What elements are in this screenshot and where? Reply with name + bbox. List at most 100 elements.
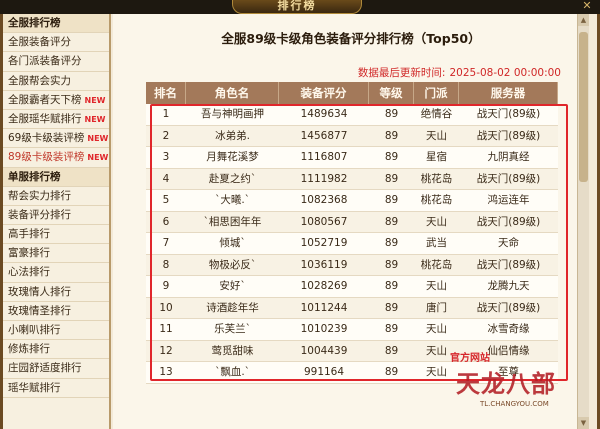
chevron-down-icon[interactable]: ▼ bbox=[578, 417, 589, 429]
sidebar-item[interactable]: 心法排行 bbox=[3, 263, 109, 283]
table-cell: `飘血.` bbox=[215, 366, 250, 378]
table-row[interactable]: 9 安好` 1028269 89 天山 龙腾九天 bbox=[146, 276, 558, 298]
sidebar-item[interactable]: 全服瑶华赋排行 NEW bbox=[3, 110, 109, 130]
table-cell: 10 bbox=[159, 301, 173, 314]
table-cell: 89 bbox=[384, 323, 399, 335]
table-cell: 天山 bbox=[426, 344, 447, 357]
table-cell: 绝情谷 bbox=[420, 108, 453, 120]
table-row[interactable]: 6 `相思困年年 1080567 89 天山 战天门(89级) bbox=[146, 211, 558, 233]
table-cell: 战天门(89级) bbox=[476, 258, 541, 271]
sidebar-item-label: 瑶华赋排行 bbox=[8, 381, 61, 394]
table-row[interactable]: 13 `飘血.` 991164 89 天山 至尊 bbox=[146, 362, 558, 384]
sidebar-item-label: 89级卡级装评榜 bbox=[8, 151, 85, 164]
table-cell: 仙侣情缘 bbox=[487, 344, 530, 357]
scroll-thumb[interactable] bbox=[579, 32, 588, 182]
table-cell: 赴夏之约` bbox=[208, 172, 257, 185]
table-cell: 桃花岛 bbox=[420, 172, 453, 185]
sidebar-item[interactable]: 装备评分排行 bbox=[3, 206, 109, 226]
table-cell: 唐门 bbox=[426, 301, 447, 314]
table-cell: 安好` bbox=[219, 280, 246, 292]
sidebar-item[interactable]: 全服装备评分 bbox=[3, 33, 109, 53]
title-bar: 排行榜 ✕ bbox=[0, 0, 600, 14]
sidebar-item-label: 各门派装备评分 bbox=[8, 55, 82, 68]
table-cell: 89 bbox=[384, 194, 399, 206]
table-cell: 89 bbox=[384, 301, 399, 314]
sidebar-item[interactable]: 庄园舒适度排行 bbox=[3, 359, 109, 379]
ranking-table: 排名 角色名 装备评分 等级 门派 服务器 1 吾与神明画押 1489634 89 绝情谷 战天门(… bbox=[146, 82, 558, 427]
sidebar-section-header[interactable]: 单服排行榜 bbox=[3, 167, 109, 187]
table-header: 排名 角色名 装备评分 等级 门派 服务器 bbox=[146, 82, 558, 104]
table-cell: 89 bbox=[384, 172, 399, 185]
sidebar-item[interactable]: 富豪排行 bbox=[3, 244, 109, 264]
table-cell: 6 bbox=[162, 215, 170, 228]
table-cell: 战天门(89级) bbox=[476, 301, 541, 314]
sidebar-item[interactable]: 小喇叭排行 bbox=[3, 321, 109, 341]
table-cell: 1011244 bbox=[300, 301, 348, 314]
sidebar-item[interactable]: 修炼排行 bbox=[3, 340, 109, 360]
sidebar-item[interactable]: 全服霸者天下榜 NEW bbox=[3, 91, 109, 110]
sidebar-item-label: 装备评分排行 bbox=[8, 208, 71, 221]
table-cell: 1036119 bbox=[300, 258, 348, 271]
table-cell: 1004439 bbox=[300, 344, 348, 357]
table-cell: 89 bbox=[384, 215, 399, 228]
sidebar-item[interactable]: 玫瑰情圣排行 bbox=[3, 302, 109, 321]
table-cell: 5 bbox=[162, 194, 170, 206]
sidebar-item-label: 小喇叭排行 bbox=[8, 324, 61, 336]
sidebar-item-label: 富豪排行 bbox=[8, 247, 50, 260]
table-cell: 战天门(89级) bbox=[476, 172, 541, 185]
table-cell: 13 bbox=[159, 366, 173, 378]
sidebar-item-label: 单服排行榜 bbox=[8, 170, 61, 183]
table-cell: 天山 bbox=[426, 280, 447, 292]
sidebar-item[interactable]: 89级卡级装评榜 NEW bbox=[3, 148, 109, 168]
sidebar-item[interactable]: 瑶华赋排行 bbox=[3, 379, 109, 398]
ranking-panel: 全服89级卡级角色装备评分排行榜（Top50） 数据最后更新时间: 2025-08… bbox=[113, 14, 589, 429]
new-badge: NEW bbox=[87, 153, 109, 163]
sidebar-item[interactable]: 全服帮会实力 bbox=[3, 72, 109, 91]
table-cell: 89 bbox=[384, 280, 399, 292]
table-cell: 1028269 bbox=[300, 280, 348, 292]
table-cell: 1082368 bbox=[300, 194, 348, 206]
sidebar-item-label: 全服装备评分 bbox=[8, 36, 71, 49]
table-cell: 龙腾九天 bbox=[487, 280, 530, 292]
table-cell: 天山 bbox=[426, 129, 447, 142]
table-cell: 战天门(89级) bbox=[476, 108, 541, 120]
sidebar-item[interactable]: 高手排行 bbox=[3, 225, 109, 245]
table-cell: 诗酒趁年华 bbox=[206, 301, 259, 314]
table-cell: 物极必反` bbox=[208, 258, 257, 271]
table-row[interactable]: 3 月舞花溪梦 1116807 89 星宿 九阴真经 bbox=[146, 147, 558, 169]
table-row[interactable]: 7 倾城` 1052719 89 武当 天命 bbox=[146, 233, 558, 255]
sidebar-item[interactable]: 各门派装备评分 bbox=[3, 52, 109, 72]
table-cell: 战天门(89级) bbox=[476, 215, 541, 228]
table-row[interactable]: 11 乐芙兰` 1010239 89 天山 冰雪奇缘 bbox=[146, 319, 558, 341]
table-row[interactable]: 1 吾与神明画押 1489634 89 绝情谷 战天门(89级) bbox=[146, 104, 558, 126]
table-cell: 吾与神明画押 bbox=[201, 108, 264, 120]
table-cell: 1010239 bbox=[300, 323, 348, 335]
page-title: 全服89级卡级角色装备评分排行榜（Top50） bbox=[221, 31, 481, 46]
sidebar-item[interactable]: 玫瑰情人排行 bbox=[3, 283, 109, 302]
new-badge: NEW bbox=[84, 95, 106, 105]
chevron-up-icon[interactable]: ▲ bbox=[578, 14, 589, 26]
sidebar-item[interactable]: 帮会实力排行 bbox=[3, 187, 109, 206]
table-cell: 12 bbox=[159, 344, 173, 357]
column-header: 门派 bbox=[414, 82, 459, 104]
table-row[interactable]: 4 赴夏之约` 1111982 89 桃花岛 战天门(89级) bbox=[146, 168, 558, 190]
table-cell: 冰弟弟. bbox=[215, 129, 250, 142]
table-cell: 89 bbox=[384, 366, 399, 378]
sidebar-section-header[interactable]: 全服排行榜 bbox=[3, 14, 109, 34]
sidebar-item-label: 玫瑰情人排行 bbox=[8, 285, 71, 298]
table-row[interactable]: 8 物极必反` 1036119 89 桃花岛 战天门(89级) bbox=[146, 254, 558, 276]
scrollbar[interactable]: ▲ ▼ bbox=[577, 14, 589, 429]
close-icon[interactable]: ✕ bbox=[580, 0, 594, 12]
table-cell: 天山 bbox=[426, 215, 447, 228]
new-badge: NEW bbox=[84, 114, 106, 124]
column-header: 角色名 bbox=[186, 82, 279, 104]
table-row[interactable]: 12 莺觅甜味 1004439 89 天山 仙侣情缘 bbox=[146, 340, 558, 362]
sidebar: 全服排行榜全服装备评分 各门派装备评分全服帮会实力 全服霸者天下榜 NEW 全服瑶华赋排… bbox=[3, 14, 111, 429]
table-row[interactable]: 10 诗酒趁年华 1011244 89 唐门 战天门(89级) bbox=[146, 297, 558, 319]
table-row[interactable]: 2 冰弟弟. 1456877 89 天山 战天门(89级) bbox=[146, 125, 558, 147]
sidebar-item[interactable]: 69级卡级装评榜 NEW bbox=[3, 129, 109, 149]
column-header: 服务器 bbox=[459, 82, 558, 104]
table-row[interactable]: 5 `大曦.` 1082368 89 桃花岛 鸿运连年 bbox=[146, 190, 558, 212]
table-cell: 桃花岛 bbox=[420, 194, 453, 206]
table-cell: 天命 bbox=[498, 237, 519, 249]
